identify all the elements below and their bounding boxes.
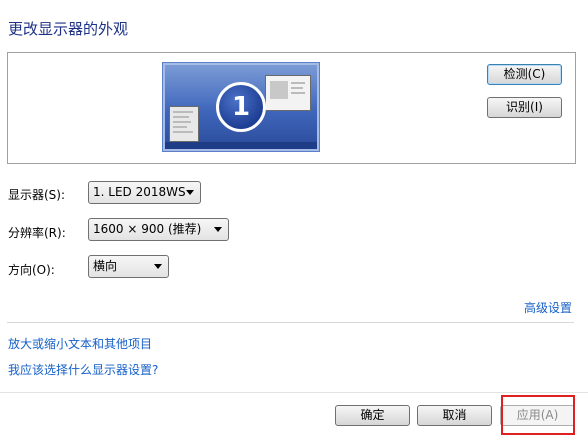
preview-window-icon <box>169 106 199 142</box>
highlight-box <box>501 395 575 435</box>
resolution-select-value: 1600 × 900 (推荐) <box>93 222 202 236</box>
display-settings-help-link[interactable]: 我应该选择什么显示器设置? <box>8 361 158 378</box>
display-label: 显示器(S): <box>8 188 66 202</box>
chevron-down-icon <box>214 227 222 232</box>
monitor-number-badge: 1 <box>216 82 266 132</box>
text-size-link[interactable]: 放大或缩小文本和其他项目 <box>8 335 152 352</box>
ok-button[interactable]: 确定 <box>335 405 410 426</box>
chevron-down-icon <box>186 190 194 195</box>
identify-button[interactable]: 识别(I) <box>487 97 562 118</box>
orientation-label: 方向(O): <box>8 263 55 277</box>
orientation-select-value: 横向 <box>93 259 118 273</box>
advanced-settings-link[interactable]: 高级设置 <box>524 299 572 316</box>
footer-divider <box>0 392 588 393</box>
detect-button[interactable]: 检测(C) <box>487 64 562 85</box>
chevron-down-icon <box>154 264 162 269</box>
cancel-button[interactable]: 取消 <box>417 405 492 426</box>
resolution-select[interactable]: 1600 × 900 (推荐) <box>88 218 229 241</box>
resolution-label: 分辨率(R): <box>8 226 66 240</box>
page-title: 更改显示器的外观 <box>8 20 129 38</box>
orientation-select[interactable]: 横向 <box>88 255 169 278</box>
divider <box>7 322 574 323</box>
preview-window-icon <box>265 75 311 111</box>
display-select-value: 1. LED 2018WS <box>93 185 186 199</box>
display-select[interactable]: 1. LED 2018WS <box>88 181 201 204</box>
preview-taskbar <box>165 142 317 149</box>
